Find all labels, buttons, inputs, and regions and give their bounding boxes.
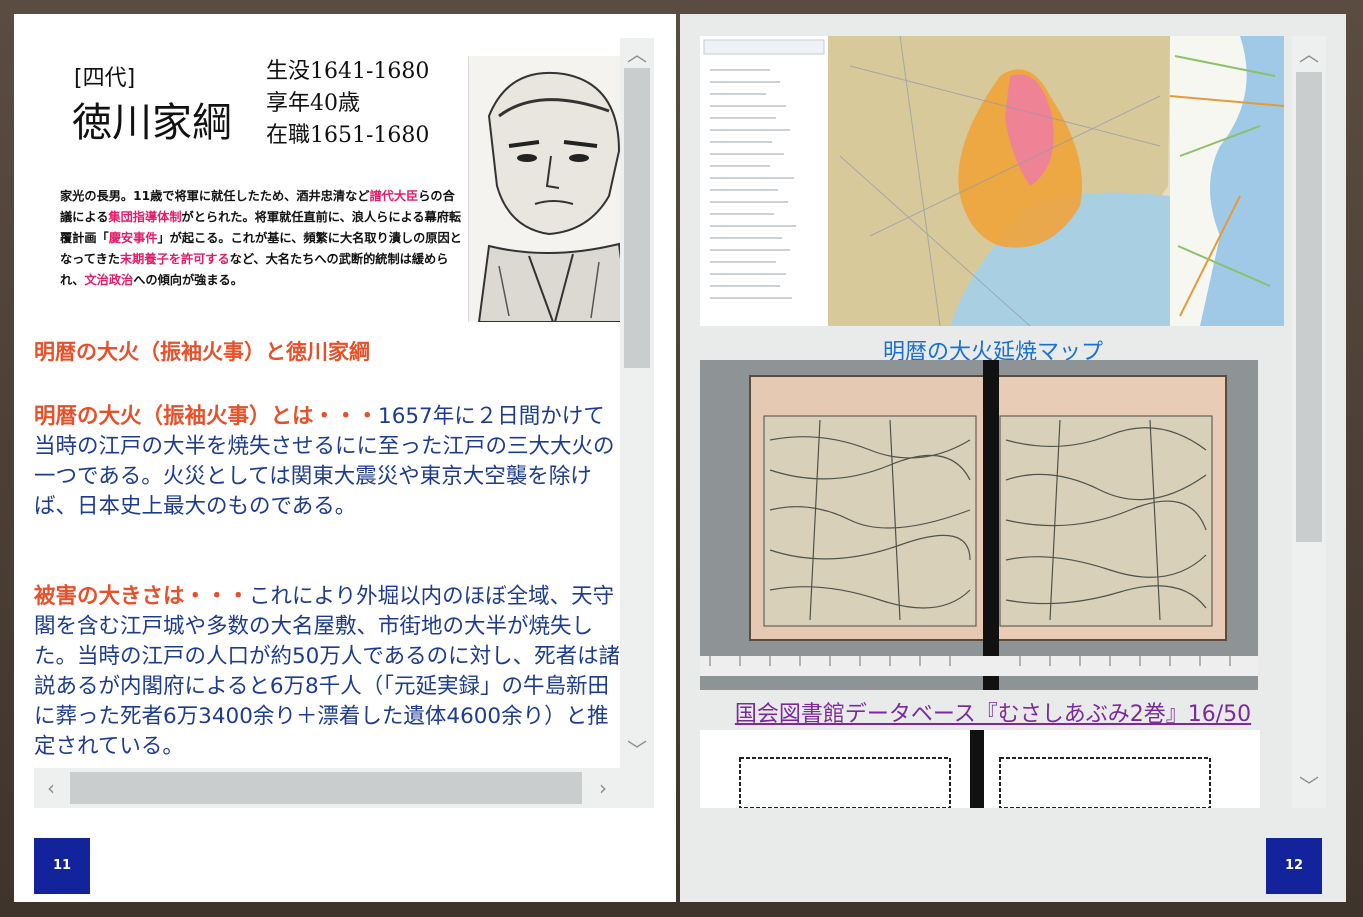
right-vertical-scrollbar[interactable]: ︿ ﹀ (1292, 36, 1326, 808)
bio-highlight: 慶安事件 (108, 231, 158, 245)
page-number-badge-right[interactable]: 12 (1266, 838, 1322, 894)
bio-highlight: 末期養子を許可する (119, 252, 230, 266)
chevron-up-icon[interactable]: ︿ (624, 44, 650, 64)
right-scroll-pane[interactable]: 明暦の大火延焼マップ 国会図書館データベース『むさしあぶみ2巻』16/50 ︿ … (700, 36, 1326, 808)
fact-tenure: 在職1651-1680 (266, 123, 430, 148)
paragraph-body: これにより外堀以内のほぼ全域、天守閣を含む江戸城や多数の大名屋敷、市街地の大半が… (34, 584, 621, 759)
ndl-database-link[interactable]: 国会図書館データベース『むさしあぶみ2巻』16/50 (700, 696, 1286, 728)
shogun-profile-card: [四代] 徳川家綱 生没1641-1680 享年40歳 在職1651-1680 (48, 38, 634, 328)
fact-lifespan: 生没1641-1680 (266, 59, 430, 84)
next-book-image-preview (700, 730, 1260, 808)
right-page: 明暦の大火延焼マップ 国会図書館データベース『むさしあぶみ2巻』16/50 ︿ … (680, 14, 1346, 902)
chevron-down-icon[interactable]: ﹀ (1296, 776, 1322, 796)
chevron-down-icon[interactable]: ﹀ (624, 740, 650, 760)
right-vertical-scroll-thumb[interactable] (1296, 72, 1322, 542)
bio-text: への傾向が強まる。 (133, 273, 243, 287)
book-frame: [四代] 徳川家綱 生没1641-1680 享年40歳 在職1651-1680 (0, 0, 1363, 917)
book-scan-partial (700, 730, 1260, 808)
section-heading: 明暦の大火（振袖火事）と徳川家綱 (34, 340, 370, 364)
map-screenshot (700, 36, 1284, 326)
paragraph-damage: 被害の大きさは・・・これにより外堀以内のほぼ全域、天守閣を含む江戸城や多数の大名… (34, 582, 624, 762)
musashi-abumi-book-image[interactable] (700, 360, 1258, 690)
bio-highlight: 集団指導体制 (108, 210, 182, 224)
bio-text: 家光の長男。11歳で将軍に就任したため、酒井忠清など (60, 189, 370, 203)
paragraph-meireki-fire: 明暦の大火（振袖火事）とは・・・1657年に２日間かけて当時の江戸の大半を焼失さ… (34, 402, 624, 522)
page-number-badge-left[interactable]: 11 (34, 838, 90, 894)
fire-spread-map-image[interactable] (700, 36, 1284, 326)
left-horizontal-scroll-thumb[interactable] (70, 772, 582, 804)
generation-label: [四代] (74, 66, 136, 91)
book-scan (700, 360, 1258, 690)
chevron-right-icon[interactable]: › (590, 778, 616, 798)
left-scroll-pane[interactable]: [四代] 徳川家綱 生没1641-1680 享年40歳 在職1651-1680 (34, 38, 654, 808)
shogun-name: 徳川家綱 (72, 100, 232, 146)
paragraph-lead: 被害の大きさは・・・ (34, 584, 250, 609)
portrait-sketch (469, 56, 634, 323)
chevron-up-icon[interactable]: ︿ (1296, 44, 1322, 64)
shogun-portrait-image (468, 56, 634, 323)
left-content: [四代] 徳川家綱 生没1641-1680 享年40歳 在職1651-1680 (34, 38, 634, 768)
left-vertical-scroll-thumb[interactable] (624, 68, 650, 368)
left-horizontal-scrollbar[interactable]: ‹ › (34, 768, 620, 808)
shogun-biography: 家光の長男。11歳で将軍に就任したため、酒井忠清など譜代大臣らの合議による集団指… (60, 186, 462, 291)
left-page: [四代] 徳川家綱 生没1641-1680 享年40歳 在職1651-1680 (14, 14, 676, 902)
bio-highlight: 文治政治 (84, 273, 134, 287)
bio-highlight: 譜代大臣 (369, 189, 419, 203)
chevron-left-icon[interactable]: ‹ (38, 778, 64, 798)
left-vertical-scrollbar[interactable]: ︿ ﹀ (620, 38, 654, 808)
fact-age: 享年40歳 (266, 91, 360, 116)
paragraph-lead: 明暦の大火（振袖火事）とは・・・ (34, 404, 379, 429)
shogun-facts: 生没1641-1680 享年40歳 在職1651-1680 (266, 56, 429, 152)
